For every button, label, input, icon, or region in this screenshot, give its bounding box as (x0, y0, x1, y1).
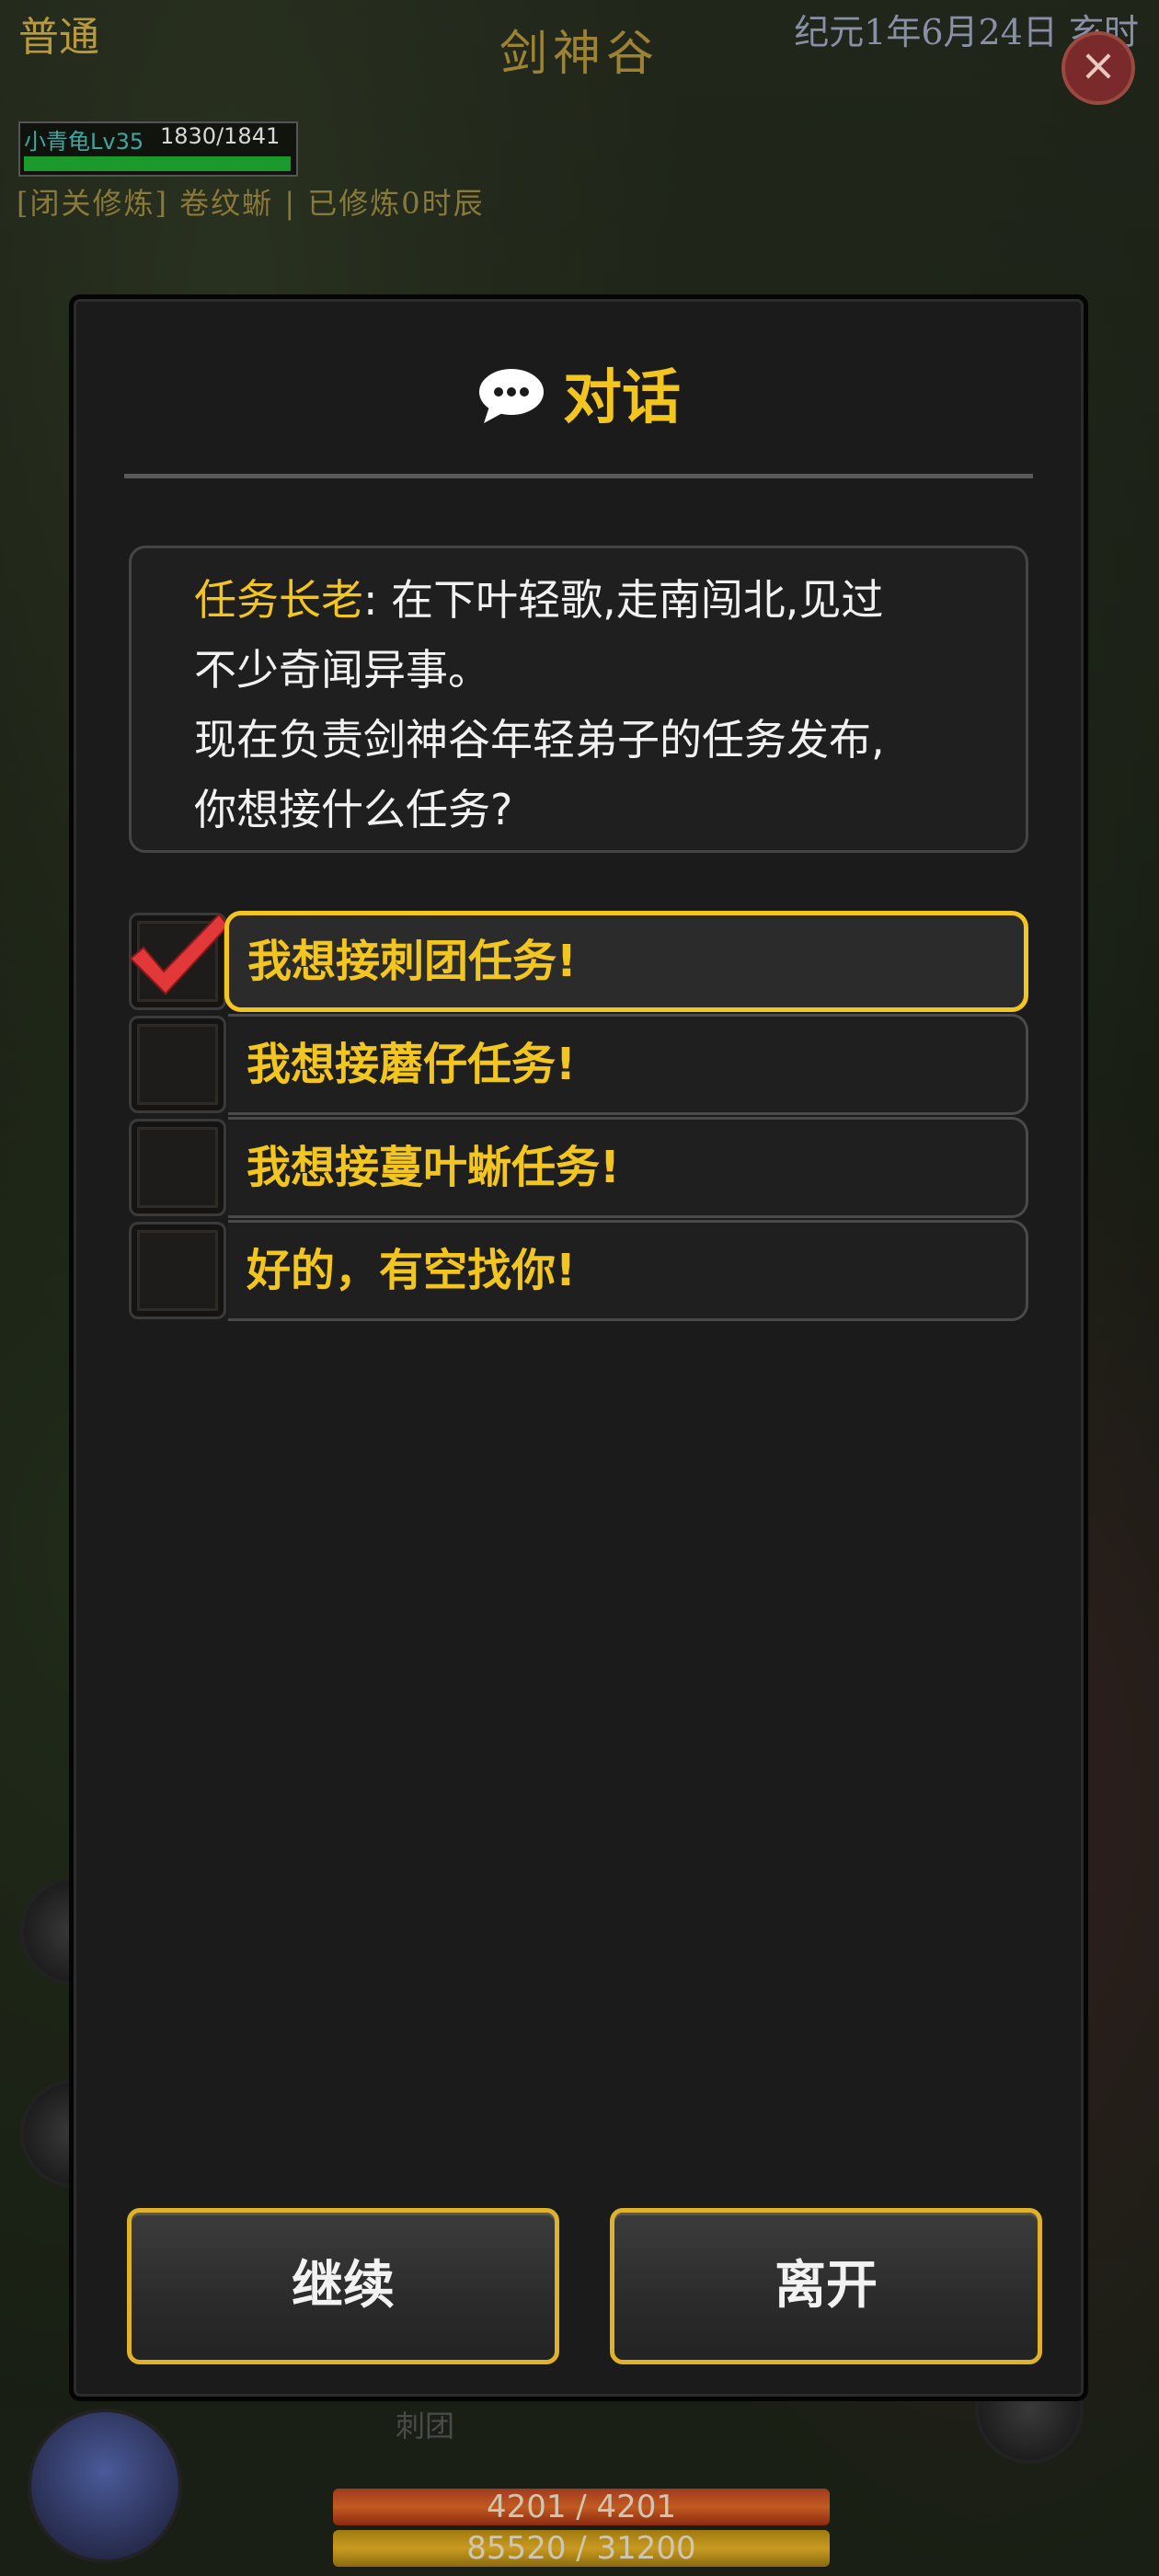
speech-text: 不少奇闻异事。 (194, 645, 490, 695)
option-label[interactable]: 我想接刺团任务! (224, 911, 1028, 1012)
speaker-name: 任务长老 (194, 575, 363, 625)
option-label[interactable]: 我想接蘑仔任务! (228, 1014, 1028, 1115)
option-label[interactable]: 我想接蔓叶蜥任务! (228, 1117, 1028, 1218)
character-name-level: 小青龟Lv35 (24, 129, 144, 155)
option-vine-lizard-quest[interactable]: 我想接蔓叶蜥任务! (129, 1117, 1028, 1218)
speech-text: : 在下叶轻歌,走南闯北,见过 (363, 575, 884, 625)
character-hp-text: 1830/1841 (160, 123, 281, 149)
dialogue-panel: 对话 任务长老: 在下叶轻歌,走南闯北,见过 不少奇闻异事。 现在负责剑神谷年轻… (69, 294, 1088, 2401)
dialog-header: 对话 (74, 351, 1084, 435)
bottom-hp-bar: 4201 / 4201 (333, 2489, 830, 2525)
checkmark-icon (129, 913, 230, 995)
option-checkbox[interactable] (129, 1119, 226, 1216)
continue-button[interactable]: 继续 (127, 2208, 559, 2364)
option-label[interactable]: 好的，有空找你! (228, 1220, 1028, 1321)
option-checkbox[interactable] (129, 1016, 226, 1113)
option-mushroom-quest[interactable]: 我想接蘑仔任务! (129, 1014, 1028, 1115)
player-avatar[interactable] (28, 2409, 182, 2563)
skill-tag: 刺团 (396, 2409, 455, 2444)
speech-bubble-icon (479, 369, 544, 424)
dialog-title: 对话 (563, 364, 681, 432)
leave-button[interactable]: 离开 (610, 2208, 1042, 2364)
divider (124, 474, 1033, 478)
character-status-bar: 小青龟Lv35 1830/1841 (18, 121, 298, 177)
cultivation-status: [闭关修炼] 卷纹蜥 | 已修炼0时辰 (17, 186, 485, 221)
npc-speech: 任务长老: 在下叶轻歌,走南闯北,见过 不少奇闻异事。 现在负责剑神谷年轻弟子的… (129, 546, 1028, 853)
speech-text: 现在负责剑神谷年轻弟子的任务发布, (194, 715, 885, 765)
option-later[interactable]: 好的，有空找你! (129, 1220, 1028, 1321)
option-checkbox[interactable] (129, 1222, 226, 1319)
option-thorn-quest[interactable]: 我想接刺团任务! (129, 911, 1028, 1012)
close-icon[interactable]: × (1061, 31, 1135, 105)
speech-text: 你想接什么任务? (194, 785, 513, 834)
character-hp-bar (24, 156, 291, 171)
bottom-mp-bar: 85520 / 31200 (333, 2530, 830, 2567)
